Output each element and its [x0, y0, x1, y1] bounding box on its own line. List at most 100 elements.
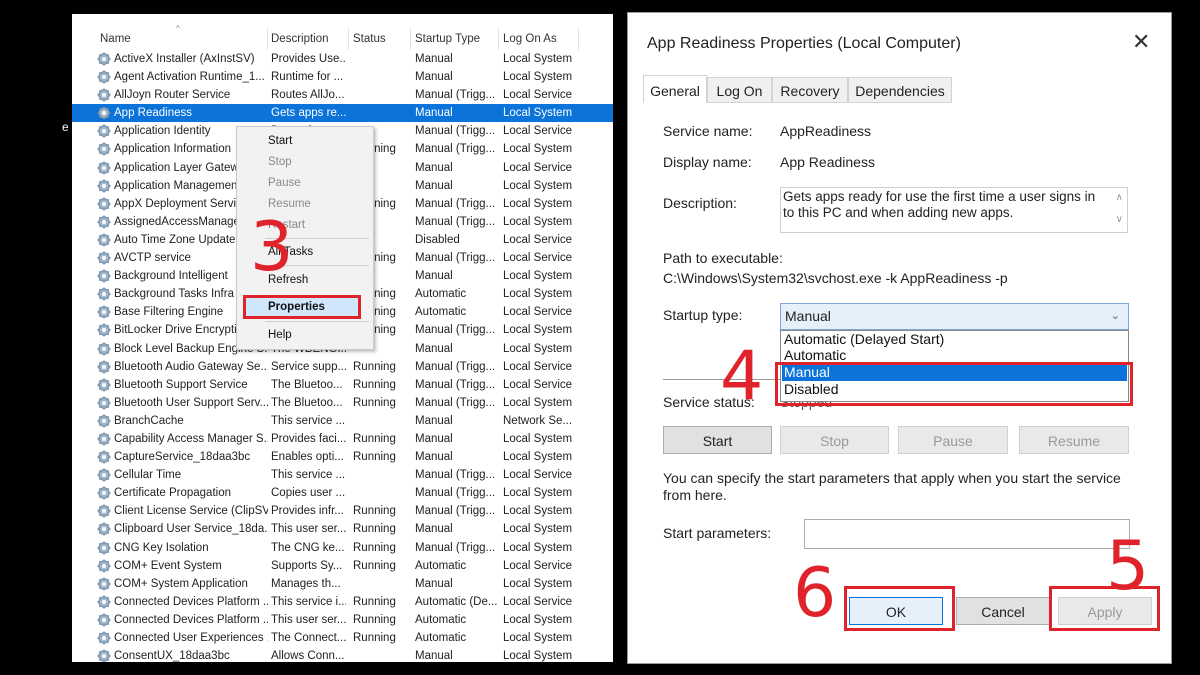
- startup-type-select[interactable]: Manual ⌄: [780, 303, 1129, 330]
- service-logon-cell: Local Service: [503, 233, 573, 246]
- service-gear-icon: [97, 269, 111, 283]
- service-logon-cell: Local System: [503, 288, 573, 301]
- table-row[interactable]: Certificate Propagation Copies user ... Ma…: [72, 484, 613, 502]
- service-startup-cell: Manual: [415, 179, 453, 192]
- option-automatic-delayed[interactable]: Automatic (Delayed Start): [784, 331, 944, 348]
- table-row[interactable]: Capability Access Manager S... Provides f…: [72, 430, 613, 448]
- service-gear-icon: [97, 179, 111, 193]
- table-row[interactable]: App Readiness Gets apps re... Manual Local …: [72, 104, 613, 123]
- tab-dependencies[interactable]: Dependencies: [848, 77, 952, 103]
- table-row[interactable]: COM+ Event System Supports Sy... Running Au…: [72, 557, 613, 575]
- tab-general[interactable]: General: [643, 75, 707, 103]
- service-status-cell: Running: [353, 378, 396, 391]
- service-startup-cell: Automatic: [415, 306, 467, 319]
- service-startup-cell: Manual: [415, 451, 453, 464]
- service-description-cell: Service supp...: [271, 360, 346, 373]
- path-value: C:\Windows\System32\svchost.exe -k AppRe…: [663, 270, 1008, 286]
- table-row[interactable]: Connected Devices Platform ... This servi…: [72, 593, 613, 611]
- table-row[interactable]: Cellular Time This service ... Manual (Tri…: [72, 466, 613, 484]
- service-status-cell: Running: [353, 613, 396, 626]
- cancel-button[interactable]: Cancel: [956, 597, 1050, 625]
- table-row[interactable]: Agent Activation Runtime_1... Runtime for…: [72, 68, 613, 86]
- table-row[interactable]: Connected Devices Platform ... This user …: [72, 611, 613, 629]
- service-startup-cell: Automatic (De...: [415, 595, 498, 608]
- service-gear-icon: [97, 197, 111, 211]
- service-description-cell: Gets apps re...: [271, 107, 346, 120]
- service-gear-icon: [97, 613, 111, 627]
- tab-recovery[interactable]: Recovery: [772, 77, 848, 103]
- table-row[interactable]: Client License Service (ClipSV... Provide…: [72, 502, 613, 520]
- start-params-label: Start parameters:: [663, 525, 772, 541]
- column-header-status[interactable]: Status: [349, 28, 411, 50]
- menu-item-properties[interactable]: Properties: [268, 297, 325, 317]
- service-logon-cell: Local System: [503, 342, 573, 355]
- services-list-panel: Name ^ Description Status Startup Type L…: [72, 14, 613, 662]
- service-startup-cell: Manual: [415, 342, 453, 355]
- service-logon-cell: Local System: [503, 432, 573, 445]
- service-status-cell: Running: [353, 523, 396, 536]
- service-description-cell: This service ...: [271, 414, 346, 427]
- service-name-value: AppReadiness: [780, 123, 872, 139]
- scroll-down-icon[interactable]: ∨: [1116, 212, 1123, 228]
- step-number-6: 6: [793, 554, 837, 633]
- start-button[interactable]: Start: [663, 426, 772, 454]
- service-gear-icon: [97, 595, 111, 609]
- service-logon-cell: Local System: [503, 541, 573, 554]
- service-status-cell: Running: [353, 360, 396, 373]
- service-gear-icon: [97, 233, 111, 247]
- service-name-cell: AllJoyn Router Service: [114, 89, 231, 102]
- column-header-startup-type[interactable]: Startup Type: [411, 28, 499, 50]
- service-gear-icon: [97, 52, 111, 66]
- menu-item-help[interactable]: Help: [268, 325, 292, 345]
- scroll-up-icon[interactable]: ∧: [1116, 190, 1123, 206]
- table-row[interactable]: ConsentUX_18daa3bc Allows Conn... Manual Lo…: [72, 647, 613, 662]
- service-logon-cell: Local Service: [503, 89, 573, 102]
- service-status-cell: Running: [353, 595, 396, 608]
- service-gear-icon: [97, 504, 111, 518]
- service-gear-icon: [97, 432, 111, 446]
- service-status-cell: Running: [353, 505, 396, 518]
- service-gear-icon: [97, 124, 111, 138]
- table-row[interactable]: Connected User Experiences ... The Connec…: [72, 629, 613, 647]
- column-header-description[interactable]: Description: [267, 28, 349, 50]
- display-name-label: Display name:: [663, 154, 752, 170]
- table-row[interactable]: BranchCache This service ... Manual Network…: [72, 412, 613, 430]
- table-row[interactable]: Bluetooth User Support Serv... The Blueto…: [72, 394, 613, 412]
- service-startup-cell: Manual: [415, 414, 453, 427]
- service-gear-icon: [97, 631, 111, 645]
- service-name-cell: COM+ Event System: [114, 559, 222, 572]
- table-row[interactable]: AllJoyn Router Service Routes AllJo... Man…: [72, 86, 613, 104]
- table-row[interactable]: COM+ System Application Manages th... Manu…: [72, 575, 613, 593]
- table-row[interactable]: Bluetooth Audio Gateway Se... Service sup…: [72, 358, 613, 376]
- service-name-cell: ActiveX Installer (AxInstSV): [114, 53, 255, 65]
- table-row[interactable]: CNG Key Isolation The CNG ke... Running Man…: [72, 539, 613, 557]
- close-icon[interactable]: ✕: [1132, 31, 1150, 53]
- service-startup-cell: Manual: [415, 53, 453, 65]
- service-description-cell: This user ser...: [271, 613, 346, 626]
- service-startup-cell: Manual (Trigg...: [415, 143, 496, 156]
- service-logon-cell: Local System: [503, 505, 573, 518]
- service-gear-icon: [97, 486, 111, 500]
- table-row[interactable]: CaptureService_18daa3bc Enables opti... Ru…: [72, 448, 613, 466]
- menu-item-start[interactable]: Start: [268, 131, 292, 151]
- options-highlight-box: [775, 362, 1133, 406]
- service-gear-icon: [97, 396, 111, 410]
- service-name-cell: CaptureService_18daa3bc: [114, 451, 251, 464]
- service-gear-icon: [97, 342, 111, 356]
- table-row[interactable]: Clipboard User Service_18da... This user …: [72, 520, 613, 538]
- service-gear-icon: [97, 360, 111, 374]
- service-startup-cell: Manual (Trigg...: [415, 396, 496, 409]
- table-row[interactable]: Bluetooth Support Service The Bluetoo... R…: [72, 376, 613, 394]
- start-params-input[interactable]: [804, 519, 1130, 549]
- service-logon-cell: Local Service: [503, 306, 573, 319]
- column-header-log-on-as[interactable]: Log On As: [499, 28, 579, 50]
- service-startup-cell: Manual: [415, 432, 453, 445]
- ok-highlight-box: [844, 586, 955, 631]
- tab-log-on[interactable]: Log On: [707, 77, 772, 103]
- column-header-name[interactable]: Name: [96, 28, 268, 50]
- service-startup-cell: Manual (Trigg...: [415, 505, 496, 518]
- service-startup-cell: Manual: [415, 577, 453, 590]
- service-logon-cell: Local System: [503, 71, 573, 84]
- service-startup-cell: Manual: [415, 71, 453, 84]
- table-row[interactable]: ActiveX Installer (AxInstSV) Provides Use…: [72, 50, 613, 68]
